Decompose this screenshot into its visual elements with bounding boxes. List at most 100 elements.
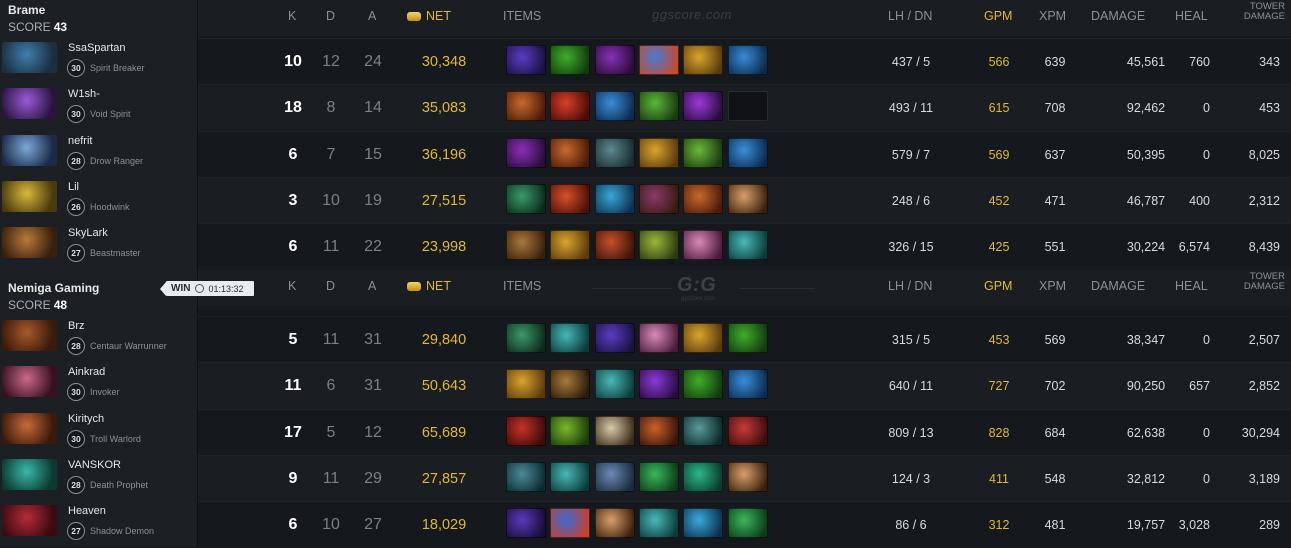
- header-heal[interactable]: HEAL: [1175, 279, 1208, 293]
- item-icon[interactable]: [728, 45, 768, 75]
- item-icon[interactable]: [550, 91, 590, 121]
- header-xpm[interactable]: XPM: [1039, 9, 1066, 23]
- item-icon[interactable]: [550, 323, 590, 353]
- item-icon[interactable]: [550, 462, 590, 492]
- header-heal[interactable]: HEAL: [1175, 9, 1208, 23]
- item-icon[interactable]: [595, 508, 635, 538]
- item-icon[interactable]: [550, 416, 590, 446]
- player-card[interactable]: Lil 26 Hoodwink: [0, 177, 197, 223]
- item-icon[interactable]: [550, 369, 590, 399]
- item-icon[interactable]: [595, 230, 635, 260]
- item-icon[interactable]: [506, 369, 546, 399]
- item-icon[interactable]: [683, 184, 723, 214]
- header-lh-dn[interactable]: LH / DN: [888, 9, 932, 23]
- player-card[interactable]: Heaven 27 Shadow Demon: [0, 501, 197, 547]
- item-icon[interactable]: [550, 508, 590, 538]
- item-icon[interactable]: [506, 91, 546, 121]
- header-lh-dn[interactable]: LH / DN: [888, 279, 932, 293]
- item-icon[interactable]: [506, 508, 546, 538]
- item-icon[interactable]: [506, 416, 546, 446]
- item-icon[interactable]: [506, 138, 546, 168]
- item-icon[interactable]: [728, 323, 768, 353]
- header-deaths[interactable]: D: [326, 279, 335, 293]
- item-icon[interactable]: [506, 184, 546, 214]
- header-tower-damage[interactable]: TOWER DAMAGE: [1244, 2, 1285, 22]
- item-icon[interactable]: [728, 369, 768, 399]
- item-icon[interactable]: [683, 416, 723, 446]
- player-card[interactable]: nefrit 28 Drow Ranger: [0, 131, 197, 177]
- player-name[interactable]: SsaSpartan: [68, 42, 125, 54]
- item-icon[interactable]: [683, 462, 723, 492]
- header-kills[interactable]: K: [288, 279, 296, 293]
- header-net[interactable]: NET: [407, 279, 451, 293]
- item-icon[interactable]: [639, 138, 679, 168]
- item-icon[interactable]: [639, 91, 679, 121]
- team-name[interactable]: Nemiga Gaming: [8, 281, 99, 295]
- item-icon[interactable]: [639, 230, 679, 260]
- item-icon[interactable]: [639, 369, 679, 399]
- item-icon[interactable]: [639, 416, 679, 446]
- item-icon[interactable]: [728, 184, 768, 214]
- item-icon[interactable]: [683, 230, 723, 260]
- player-name[interactable]: Ainkrad: [68, 366, 105, 378]
- item-icon[interactable]: [595, 91, 635, 121]
- team-name[interactable]: Brame: [8, 3, 45, 17]
- header-xpm[interactable]: XPM: [1039, 279, 1066, 293]
- header-damage[interactable]: DAMAGE: [1091, 9, 1145, 23]
- item-icon[interactable]: [595, 323, 635, 353]
- item-icon[interactable]: [639, 462, 679, 492]
- player-name[interactable]: VANSKOR: [68, 459, 121, 471]
- item-icon[interactable]: [506, 230, 546, 260]
- player-card[interactable]: SkyLark 27 Beastmaster: [0, 223, 197, 269]
- item-icon[interactable]: [728, 230, 768, 260]
- player-name[interactable]: Lil: [68, 181, 79, 193]
- player-name[interactable]: W1sh-: [68, 88, 100, 100]
- header-tower-damage[interactable]: TOWER DAMAGE: [1244, 272, 1285, 292]
- header-assists[interactable]: A: [368, 9, 376, 23]
- item-icon[interactable]: [550, 45, 590, 75]
- header-net[interactable]: NET: [407, 9, 451, 23]
- item-icon[interactable]: [683, 138, 723, 168]
- header-deaths[interactable]: D: [326, 9, 335, 23]
- item-icon[interactable]: [639, 45, 679, 75]
- item-icon[interactable]: [506, 45, 546, 75]
- player-card[interactable]: Kiritych 30 Troll Warlord: [0, 409, 197, 455]
- item-icon[interactable]: [683, 323, 723, 353]
- item-icon[interactable]: [683, 91, 723, 121]
- item-icon[interactable]: [639, 184, 679, 214]
- item-icon[interactable]: [683, 45, 723, 75]
- item-icon[interactable]: [595, 45, 635, 75]
- item-icon[interactable]: [595, 184, 635, 214]
- item-icon[interactable]: [550, 138, 590, 168]
- header-kills[interactable]: K: [288, 9, 296, 23]
- header-gpm[interactable]: GPM: [984, 9, 1012, 23]
- item-icon[interactable]: [639, 508, 679, 538]
- header-assists[interactable]: A: [368, 279, 376, 293]
- item-icon[interactable]: [595, 416, 635, 446]
- item-icon[interactable]: [550, 230, 590, 260]
- player-card[interactable]: SsaSpartan 30 Spirit Breaker: [0, 38, 197, 84]
- player-name[interactable]: nefrit: [68, 135, 92, 147]
- item-icon[interactable]: [506, 323, 546, 353]
- item-icon[interactable]: [728, 138, 768, 168]
- item-icon[interactable]: [595, 369, 635, 399]
- player-name[interactable]: Kiritych: [68, 413, 104, 425]
- player-card[interactable]: Brz 28 Centaur Warrunner: [0, 316, 197, 362]
- header-gpm[interactable]: GPM: [984, 279, 1012, 293]
- header-damage[interactable]: DAMAGE: [1091, 279, 1145, 293]
- item-icon[interactable]: [683, 508, 723, 538]
- player-name[interactable]: Heaven: [68, 505, 106, 517]
- player-card[interactable]: W1sh- 30 Void Spirit: [0, 84, 197, 130]
- item-icon[interactable]: [728, 462, 768, 492]
- player-card[interactable]: Ainkrad 30 Invoker: [0, 362, 197, 408]
- item-icon[interactable]: [550, 184, 590, 214]
- item-icon[interactable]: [728, 416, 768, 446]
- item-icon[interactable]: [506, 462, 546, 492]
- item-icon[interactable]: [595, 138, 635, 168]
- player-name[interactable]: Brz: [68, 320, 85, 332]
- item-icon[interactable]: [683, 369, 723, 399]
- player-card[interactable]: VANSKOR 28 Death Prophet: [0, 455, 197, 501]
- item-icon[interactable]: [728, 508, 768, 538]
- item-icon[interactable]: [639, 323, 679, 353]
- item-icon[interactable]: [595, 462, 635, 492]
